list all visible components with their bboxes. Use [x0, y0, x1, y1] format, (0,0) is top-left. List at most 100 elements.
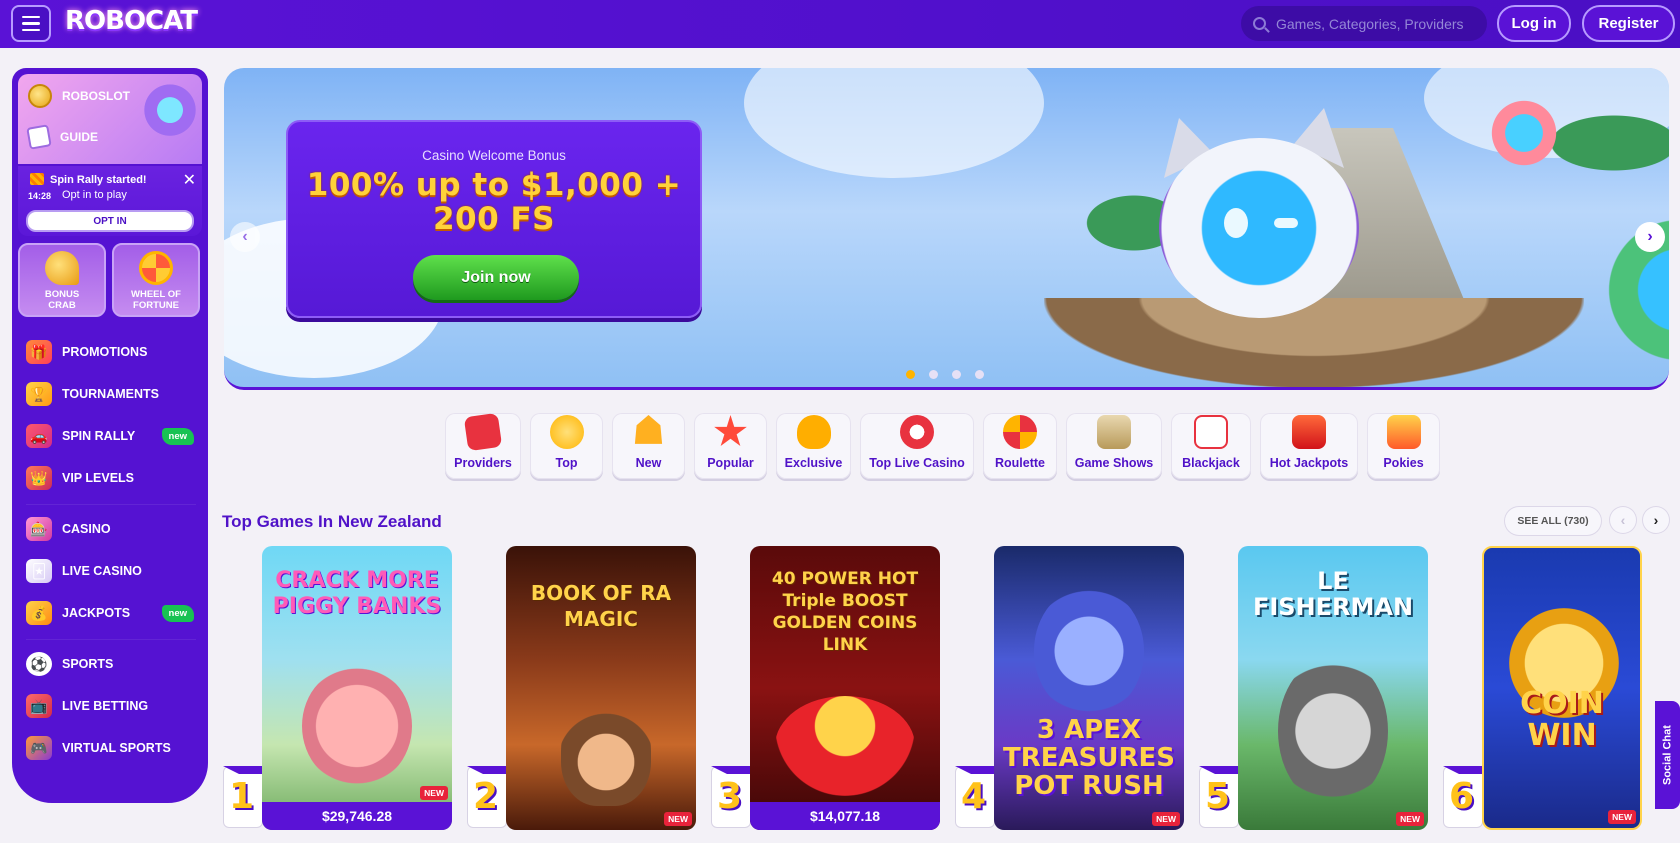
category-bar: Providers Top New Popular Exclusive Top …: [445, 412, 1440, 479]
sidebar-item-tournaments[interactable]: 🏆 TOURNAMENTS: [26, 380, 196, 408]
bonus-crab-tile[interactable]: BONUS CRAB: [18, 243, 106, 317]
carousel-dot[interactable]: [929, 370, 938, 379]
new-badge: NEW: [1152, 812, 1180, 826]
sidebar-item-virtual-sports[interactable]: 🎮 VIRTUAL SPORTS: [26, 734, 196, 762]
category-label: New: [635, 456, 662, 470]
new-badge: NEW: [420, 786, 448, 800]
close-icon[interactable]: ✕: [183, 170, 196, 190]
new-badge: new: [161, 427, 194, 445]
category-label: Providers: [454, 456, 512, 470]
live-betting-icon: 📺: [26, 694, 52, 718]
carousel-dot[interactable]: [975, 370, 984, 379]
game-tile[interactable]: 3 APEX TREASURES POT RUSH NEW: [994, 546, 1184, 830]
category-providers[interactable]: Providers: [445, 412, 521, 479]
sidebar-item-sports[interactable]: ⚽ SPORTS: [26, 650, 196, 678]
bonus-crab-icon: [45, 251, 79, 285]
guide-link[interactable]: GUIDE: [26, 124, 99, 150]
sidebar-item-live-casino[interactable]: 🃏 LIVE CASINO: [26, 557, 196, 585]
guide-label: GUIDE: [60, 130, 99, 144]
game-tile[interactable]: 40 POWER HOT Triple BOOST GOLDEN COINS L…: [750, 546, 940, 830]
raccoon-illustration: [1278, 656, 1388, 806]
trophy-icon: 🏆: [26, 382, 52, 406]
banner-next-button[interactable]: ›: [1635, 222, 1665, 252]
menu-icon[interactable]: [11, 5, 51, 42]
spin-rally-notice: Spin Rally started! 14:28 Opt in to play…: [18, 166, 202, 236]
sidebar-item-label: JACKPOTS: [62, 606, 131, 620]
register-button[interactable]: Register: [1582, 5, 1675, 42]
sidebar-item-label: SPIN RALLY: [62, 429, 136, 443]
category-label: Top: [555, 456, 578, 470]
game-tile[interactable]: BOOK OF RA MAGIC NEW: [506, 546, 696, 830]
category-label: Popular: [707, 456, 754, 470]
bonus-title: 100% up to $1,000 + 200 FS: [306, 167, 682, 237]
sidebar-item-spin-rally[interactable]: 🚗 SPIN RALLY new: [26, 422, 196, 450]
divider: [26, 504, 196, 505]
roboslot-label: ROBOSLOT: [62, 89, 130, 103]
hero-banner[interactable]: Casino Welcome Bonus 100% up to $1,000 +…: [224, 68, 1669, 390]
pot-of-gold-illustration: [775, 696, 915, 796]
category-popular[interactable]: Popular: [694, 413, 767, 479]
bonus-crab-label-2: CRAB: [48, 300, 76, 311]
category-blackjack[interactable]: Blackjack: [1171, 413, 1251, 479]
game-title: BOOK OF RA MAGIC: [530, 581, 672, 631]
join-now-button[interactable]: Join now: [413, 255, 579, 300]
category-pokies[interactable]: Pokies: [1367, 413, 1440, 479]
game-tile[interactable]: COIN WIN NEW: [1482, 546, 1642, 830]
pig-illustration: [302, 666, 412, 786]
search-bar[interactable]: [1241, 6, 1487, 41]
sidebar-item-label: LIVE BETTING: [62, 699, 149, 713]
social-chat-tab[interactable]: Social Chat: [1655, 701, 1680, 809]
sidebar-item-promotions[interactable]: 🎁 PROMOTIONS: [26, 338, 196, 366]
vip-icon: 👑: [26, 466, 52, 490]
bonus-crab-label-1: BONUS: [44, 289, 80, 300]
login-button[interactable]: Log in: [1497, 5, 1571, 42]
opt-in-button[interactable]: OPT IN: [26, 210, 194, 232]
game-tile[interactable]: LE FISHERMAN NEW: [1238, 546, 1428, 830]
guide-icon: [26, 124, 52, 150]
see-all-button[interactable]: SEE ALL (730): [1504, 506, 1602, 536]
category-label: Top Live Casino: [869, 456, 965, 470]
games-prev-button[interactable]: ‹: [1609, 506, 1637, 534]
rally-subtitle: Opt in to play: [62, 189, 127, 201]
wheel-of-fortune-tile[interactable]: WHEEL OF FORTUNE: [112, 243, 200, 317]
carousel-dot[interactable]: [906, 370, 915, 379]
diamond-icon: [796, 415, 831, 449]
sidebar-item-jackpots[interactable]: 💰 JACKPOTS new: [26, 599, 196, 627]
sidebar-item-live-betting[interactable]: 📺 LIVE BETTING: [26, 692, 196, 720]
roboslot-link[interactable]: ROBOSLOT: [28, 84, 130, 108]
game-title: LE FISHERMAN: [1252, 567, 1414, 621]
wolf-illustration: [1034, 586, 1144, 716]
rank-number: 2: [473, 776, 499, 817]
category-exclusive[interactable]: Exclusive: [776, 413, 851, 479]
category-top-live-casino[interactable]: Top Live Casino: [860, 413, 974, 479]
category-hot-jackpots[interactable]: Hot Jackpots: [1260, 413, 1358, 479]
explorer-illustration: [561, 696, 651, 806]
welcome-bonus-card: Casino Welcome Bonus 100% up to $1,000 +…: [286, 120, 702, 318]
search-input[interactable]: [1276, 15, 1476, 32]
rally-car-icon: 🚗: [26, 424, 52, 448]
top-header: ROBOCAT Log in Register: [0, 0, 1680, 48]
category-roulette[interactable]: Roulette: [983, 413, 1057, 479]
roulette-icon: [1003, 415, 1037, 449]
sidebar-item-casino[interactable]: 🎰 CASINO: [26, 515, 196, 543]
new-badge: NEW: [664, 812, 692, 826]
new-badge: new: [161, 604, 194, 622]
category-new[interactable]: New: [612, 413, 685, 479]
coin-icon: [28, 84, 52, 108]
games-next-button[interactable]: ›: [1642, 506, 1670, 534]
rally-timer: 14:28: [28, 191, 52, 201]
sidebar-item-vip-levels[interactable]: 👑 VIP LEVELS: [26, 464, 196, 492]
wheel-label-2: FORTUNE: [133, 300, 179, 311]
category-top[interactable]: Top: [530, 413, 603, 479]
sidebar: ROBOSLOT GUIDE Spin Rally started! 14:28…: [12, 68, 208, 803]
banner-prev-button[interactable]: ‹: [230, 222, 260, 252]
blackjack-icon: [1194, 415, 1228, 449]
site-logo[interactable]: ROBOCAT: [65, 6, 198, 36]
category-game-shows[interactable]: Game Shows: [1066, 413, 1162, 479]
carousel-dots: [906, 370, 984, 379]
rank-number: 5: [1205, 776, 1231, 817]
game-tile[interactable]: CRACK MORE PIGGY BANKS NEW $29,746.28: [262, 546, 452, 830]
carousel-dot[interactable]: [952, 370, 961, 379]
divider: [26, 639, 196, 640]
bonus-subtitle: Casino Welcome Bonus: [422, 148, 566, 163]
